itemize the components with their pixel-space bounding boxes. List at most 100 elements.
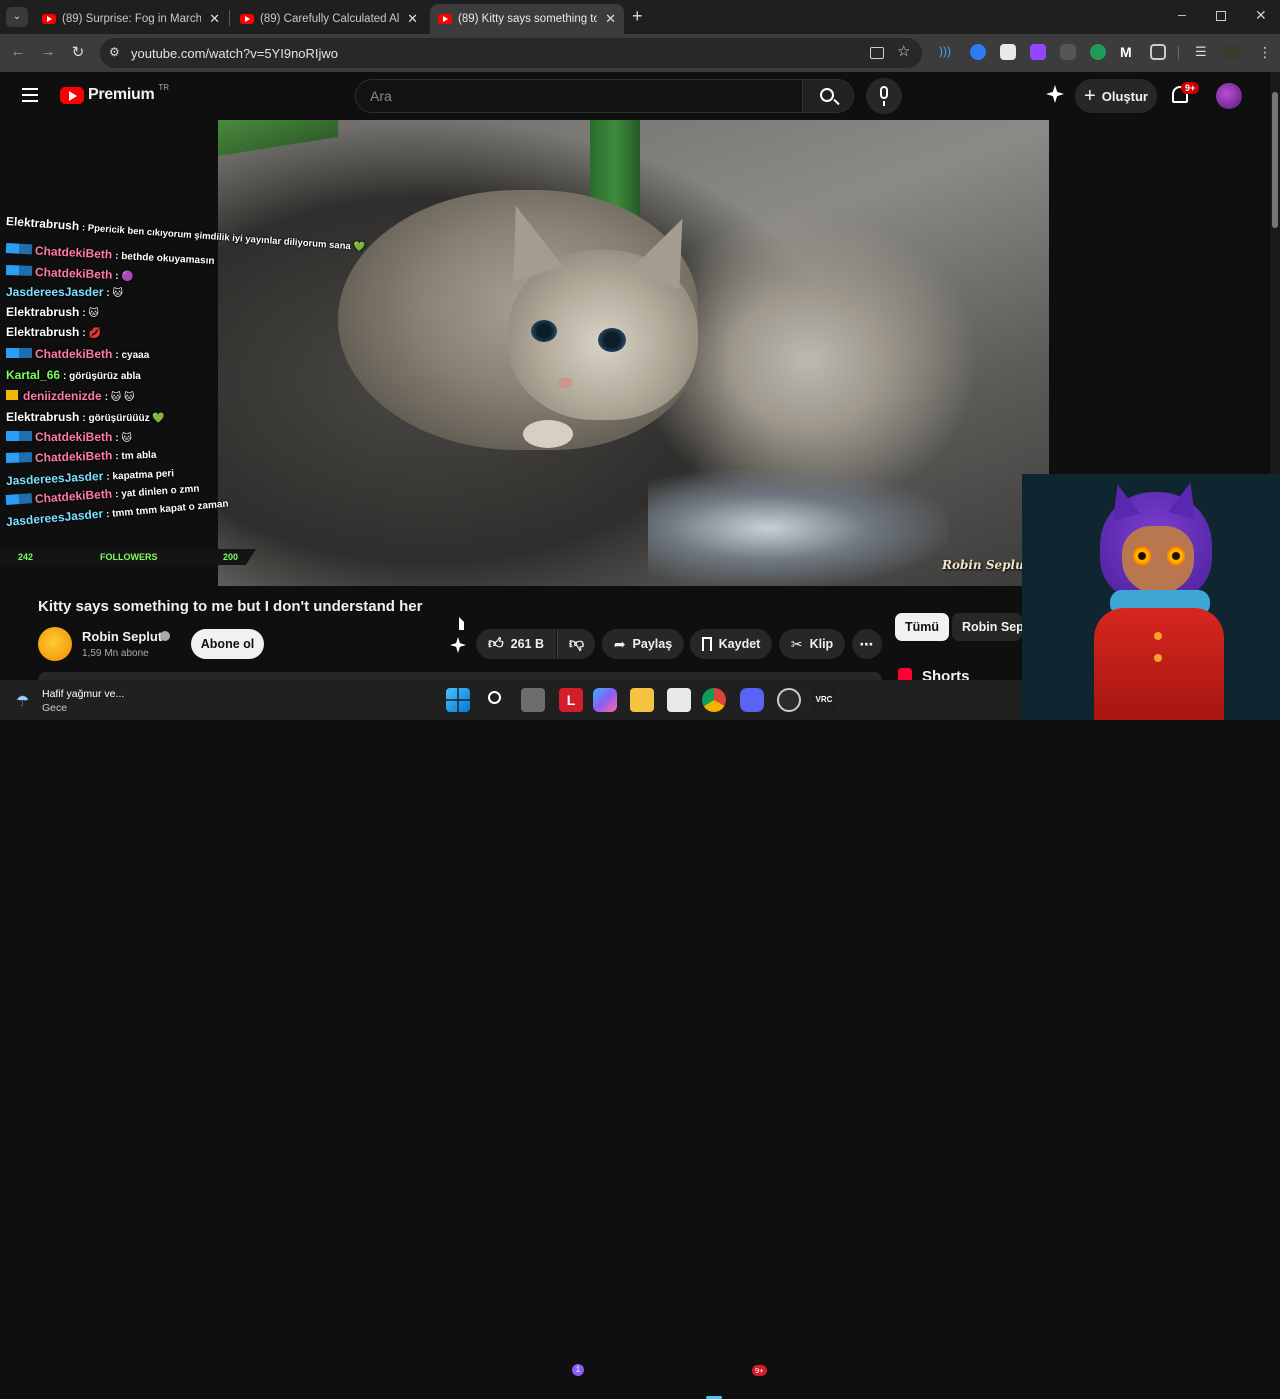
reload-icon[interactable]: ↻ [68, 43, 88, 61]
youtube-favicon-icon [240, 14, 254, 24]
close-window-button[interactable]: ✕ [1255, 7, 1267, 24]
chat-message: ChatdekiBeth: tm abla [5, 447, 157, 466]
site-info-icon[interactable]: ⚙ [109, 45, 120, 59]
chat-message: Kartal_66: görüşürüz abla [6, 368, 141, 382]
file-explorer-icon[interactable] [630, 688, 654, 712]
windows-taskbar: ☂ Hafif yağmur ve... Gece L 1 9+ VRC [0, 680, 1022, 1399]
description-box-edge [38, 672, 882, 680]
back-arrow-icon[interactable]: ← [8, 43, 28, 60]
minimize-button[interactable]: – [1178, 6, 1186, 22]
gemini-sparkle-icon[interactable] [1046, 85, 1064, 103]
search-button[interactable] [802, 79, 854, 113]
extension-twitch-icon[interactable] [1030, 44, 1046, 60]
save-label: Kaydet [718, 637, 761, 651]
subscriber-count: 1,59 Mn abone [82, 648, 149, 659]
create-label: Oluştur [1101, 88, 1148, 104]
close-icon[interactable]: ✕ [605, 11, 616, 27]
logo-text: Premium [88, 86, 155, 103]
vtuber-coat-button [1154, 654, 1162, 662]
cat-eye-right [598, 328, 626, 352]
chat-username: ChatdekiBeth [34, 243, 113, 262]
profile-avatar-icon[interactable] [1224, 44, 1240, 60]
like-button[interactable]: 👍︎ 261 B [476, 629, 556, 659]
dislike-button[interactable]: 👎︎ [557, 629, 595, 659]
tab-search-button[interactable]: ⌄ [6, 7, 28, 27]
clip-button[interactable]: ✂ Klip [779, 629, 845, 659]
extension-glasses-icon[interactable] [1060, 44, 1076, 60]
browser-tab[interactable]: (89) Carefully Calculated All The... ✕ [232, 4, 426, 34]
restore-button[interactable] [1216, 11, 1226, 21]
vrc-app-icon[interactable]: VRC [812, 688, 836, 712]
windows-start-icon[interactable] [446, 688, 470, 712]
media-control-icon[interactable]: ☰ [1195, 44, 1211, 60]
chat-message: Elektrabrush: 💋 [6, 325, 101, 339]
clip-label: Klip [809, 637, 834, 651]
chat-text: : 🐱 [115, 433, 132, 444]
browser-tab-active[interactable]: (89) Kitty says something to me... ✕ [430, 4, 624, 34]
address-bar[interactable]: ⚙ youtube.com/watch?v=5YI9noRIjwo ☆ [100, 38, 922, 68]
extension-audio-icon[interactable]: ))) [939, 44, 955, 60]
browser-tab[interactable]: (89) Surprise: Fog in March. Lo... ✕ [34, 4, 228, 34]
chat-badge-icon [5, 493, 33, 505]
more-actions-button[interactable]: ⋯ [852, 629, 882, 659]
search-input[interactable]: Ara [355, 79, 803, 113]
create-button[interactable]: + Oluştur [1075, 79, 1157, 113]
hamburger-menu-icon[interactable] [22, 88, 38, 102]
discord-icon[interactable] [740, 688, 764, 712]
chat-text: : 💋 [82, 328, 101, 339]
toolbar-divider [1178, 46, 1179, 60]
obs-record-icon[interactable] [777, 688, 801, 712]
chrome-icon[interactable] [702, 688, 726, 712]
chat-crown-badge-icon [6, 390, 18, 400]
thumbs-down-icon: 👎︎ [568, 635, 585, 652]
install-app-icon[interactable] [870, 47, 884, 59]
chat-text: : tmm tmm kapat o zaman [105, 498, 229, 521]
extension-window-icon[interactable] [1000, 44, 1016, 60]
chat-text: : cyaaa [115, 350, 150, 361]
copilot-365-icon[interactable] [593, 688, 617, 712]
chat-text: : 🐱 🐱 [104, 392, 135, 403]
filter-chip-channel[interactable]: Robin Seplut [952, 613, 1022, 641]
mouse-cursor-icon [459, 617, 464, 630]
chat-username: JasdereesJasder [5, 468, 104, 488]
bookmark-star-icon[interactable]: ☆ [897, 42, 910, 60]
subscribe-button[interactable]: Abone ol [191, 629, 264, 659]
chat-message: Elektrabrush: 🐱 [6, 305, 99, 319]
channel-avatar[interactable] [38, 627, 72, 661]
filter-chip-all[interactable]: Tümü [895, 613, 950, 641]
save-button[interactable]: Kaydet [690, 629, 772, 659]
extensions-puzzle-icon[interactable] [1150, 44, 1166, 60]
chat-badge-icon [6, 348, 32, 358]
extension-shazam-icon[interactable] [970, 44, 986, 60]
bookmark-icon [701, 637, 712, 651]
youtube-logo[interactable]: Premium TR [60, 83, 169, 104]
close-icon[interactable]: ✕ [209, 11, 220, 27]
extension-m-icon[interactable]: M [1120, 44, 1136, 60]
chat-username: Kartal_66 [6, 368, 61, 382]
account-avatar[interactable] [1216, 83, 1242, 109]
voice-search-button[interactable] [866, 78, 902, 114]
channel-name[interactable]: Robin Seplut [82, 629, 162, 644]
cat-paw [523, 420, 573, 448]
verified-check-icon [160, 631, 170, 641]
task-view-icon[interactable] [521, 688, 545, 712]
microphone-icon [880, 86, 888, 99]
share-button[interactable]: ➦ Paylaş [602, 629, 684, 659]
more-horizontal-icon: ⋯ [859, 635, 875, 652]
extension-green-icon[interactable] [1090, 44, 1106, 60]
app-l-icon[interactable]: L [559, 688, 583, 712]
notification-badge: 9+ [1181, 82, 1200, 94]
puddle-reflection [648, 470, 948, 586]
microsoft-store-icon[interactable] [667, 688, 691, 712]
forward-arrow-icon[interactable]: → [38, 43, 58, 60]
chat-text: : görüşürüz abla [63, 371, 141, 382]
new-tab-button[interactable]: + [632, 6, 643, 27]
chat-username: Elektrabrush [6, 410, 80, 424]
gemini-ask-icon[interactable] [450, 637, 466, 653]
chat-username: Elektrabrush [6, 305, 80, 319]
browser-menu-icon[interactable]: ⋮ [1258, 44, 1272, 61]
taskbar-search-icon[interactable] [484, 688, 508, 712]
video-player[interactable]: Robin Seplut [218, 120, 1049, 586]
close-icon[interactable]: ✕ [407, 11, 418, 27]
tab-title: (89) Kitty says something to me... [458, 13, 598, 25]
